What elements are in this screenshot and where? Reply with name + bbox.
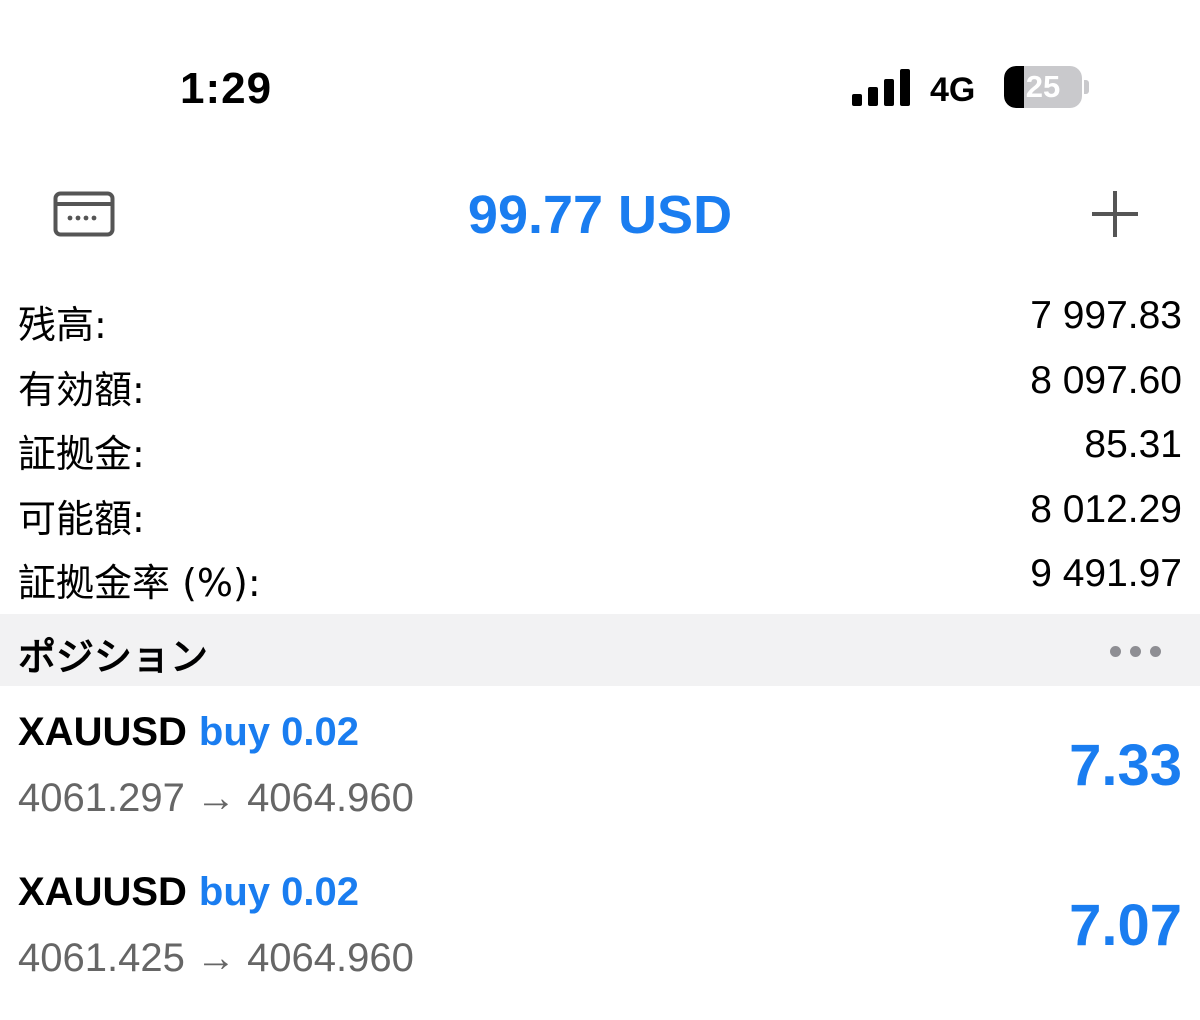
plus-icon (1092, 191, 1138, 237)
position-side: buy 0.02 (198, 870, 359, 914)
positions-section-title: ポジション (18, 635, 209, 679)
positions-section-header: ポジション (0, 614, 1200, 686)
header: 99.77 USD (0, 170, 1200, 260)
summary-value: 8 012.29 (1030, 487, 1182, 531)
more-button[interactable] (1100, 636, 1170, 666)
position-item[interactable]: XAUUSD buy 0.02 4061.297 → 4064.960 7.33 (0, 700, 1200, 860)
position-symbol: XAUUSD (18, 870, 187, 914)
card-button[interactable] (48, 184, 120, 244)
position-prices: 4061.297 → 4064.960 (18, 776, 414, 820)
balance-title: 99.77 USD (467, 185, 733, 245)
status-bar: 1:29 4G 25 (0, 0, 1200, 140)
summary-label: 有効額: (18, 367, 145, 412)
battery-cap (1084, 80, 1089, 94)
positions-list: XAUUSD buy 0.02 4061.297 → 4064.960 7.33 … (0, 700, 1200, 1020)
position-header: XAUUSD buy 0.02 (18, 710, 359, 755)
position-profit: 7.33 (1069, 733, 1182, 798)
account-summary: 残高: 7 997.83 有効額: 8 097.60 証拠金: 85.31 可能… (0, 288, 1200, 611)
summary-row-free-margin: 可能額: 8 012.29 (0, 482, 1200, 547)
position-profit: 7.07 (1069, 893, 1182, 958)
summary-label: 可能額: (18, 496, 145, 541)
status-time: 1:29 (180, 64, 273, 113)
more-icon (1129, 645, 1141, 657)
summary-value: 8 097.60 (1030, 358, 1182, 402)
position-item[interactable]: XAUUSD buy 0.02 4061.425 → 4064.960 7.07 (0, 860, 1200, 1020)
summary-row-balance: 残高: 7 997.83 (0, 288, 1200, 353)
summary-row-equity: 有効額: 8 097.60 (0, 353, 1200, 418)
battery-icon: 25 (1004, 66, 1082, 108)
signal-strength-icon (852, 68, 912, 106)
card-icon (53, 191, 115, 237)
summary-value: 85.31 (1084, 423, 1182, 466)
more-icon (1149, 645, 1161, 657)
summary-value: 9 491.97 (1030, 552, 1182, 595)
add-button[interactable] (1080, 184, 1150, 244)
position-header: XAUUSD buy 0.02 (18, 870, 359, 915)
network-type: 4G (930, 71, 976, 109)
summary-row-margin: 証拠金: 85.31 (0, 417, 1200, 482)
position-symbol: XAUUSD (18, 710, 187, 754)
more-icon (1109, 645, 1121, 657)
summary-label: 残高: (18, 303, 107, 347)
position-side: buy 0.02 (198, 710, 359, 754)
summary-value: 7 997.83 (1030, 294, 1182, 337)
battery-percent: 25 (1025, 69, 1061, 104)
summary-label: 証拠金率 (%): (18, 561, 261, 605)
summary-row-margin-level: 証拠金率 (%): 9 491.97 (0, 546, 1200, 611)
summary-label: 証拠金: (18, 432, 145, 476)
position-prices: 4061.425 → 4064.960 (18, 936, 414, 980)
